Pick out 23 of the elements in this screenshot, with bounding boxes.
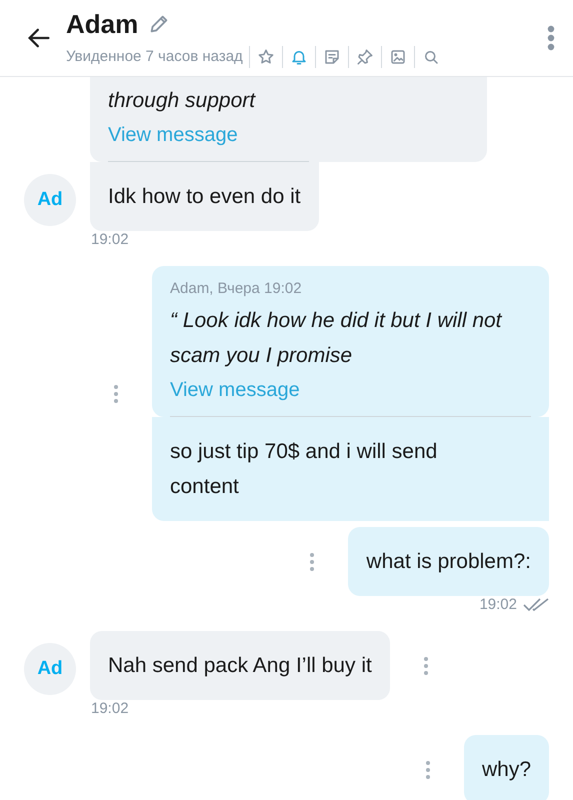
message-time: 19:02 [479,596,517,613]
quote-text: through support [108,88,257,114]
more-icon[interactable] [310,552,314,570]
message-time: 19:02 [91,231,129,248]
more-icon[interactable] [424,656,428,674]
contact-name: Adam [66,8,138,40]
message-bubble: what is problem?: [348,527,549,596]
view-message-link[interactable]: View message [170,379,300,402]
avatar[interactable]: Ad [24,174,76,226]
quote-author: Adam, Вчера 19:02 [170,280,303,297]
message-bubble: why? [464,735,549,800]
last-seen-status: Увиденное 7 часов назад [66,48,243,65]
quote-text: “ Look idk how he did it but I will not scam you I promise [170,308,504,369]
avatar[interactable]: Ad [24,643,76,695]
message-bubble: so just tip 70$ and i will send content [152,417,549,521]
message-bubble: Nah send pack Ang I’ll buy it [90,631,390,700]
view-message-link[interactable]: View message [108,124,238,147]
menu-button[interactable] [545,24,557,52]
message-bubble: Idk how to even do it [90,162,319,231]
more-icon[interactable] [114,384,118,402]
more-icon[interactable] [426,760,430,778]
message-time: 19:02 [91,700,129,717]
pencil-icon[interactable] [148,13,170,35]
